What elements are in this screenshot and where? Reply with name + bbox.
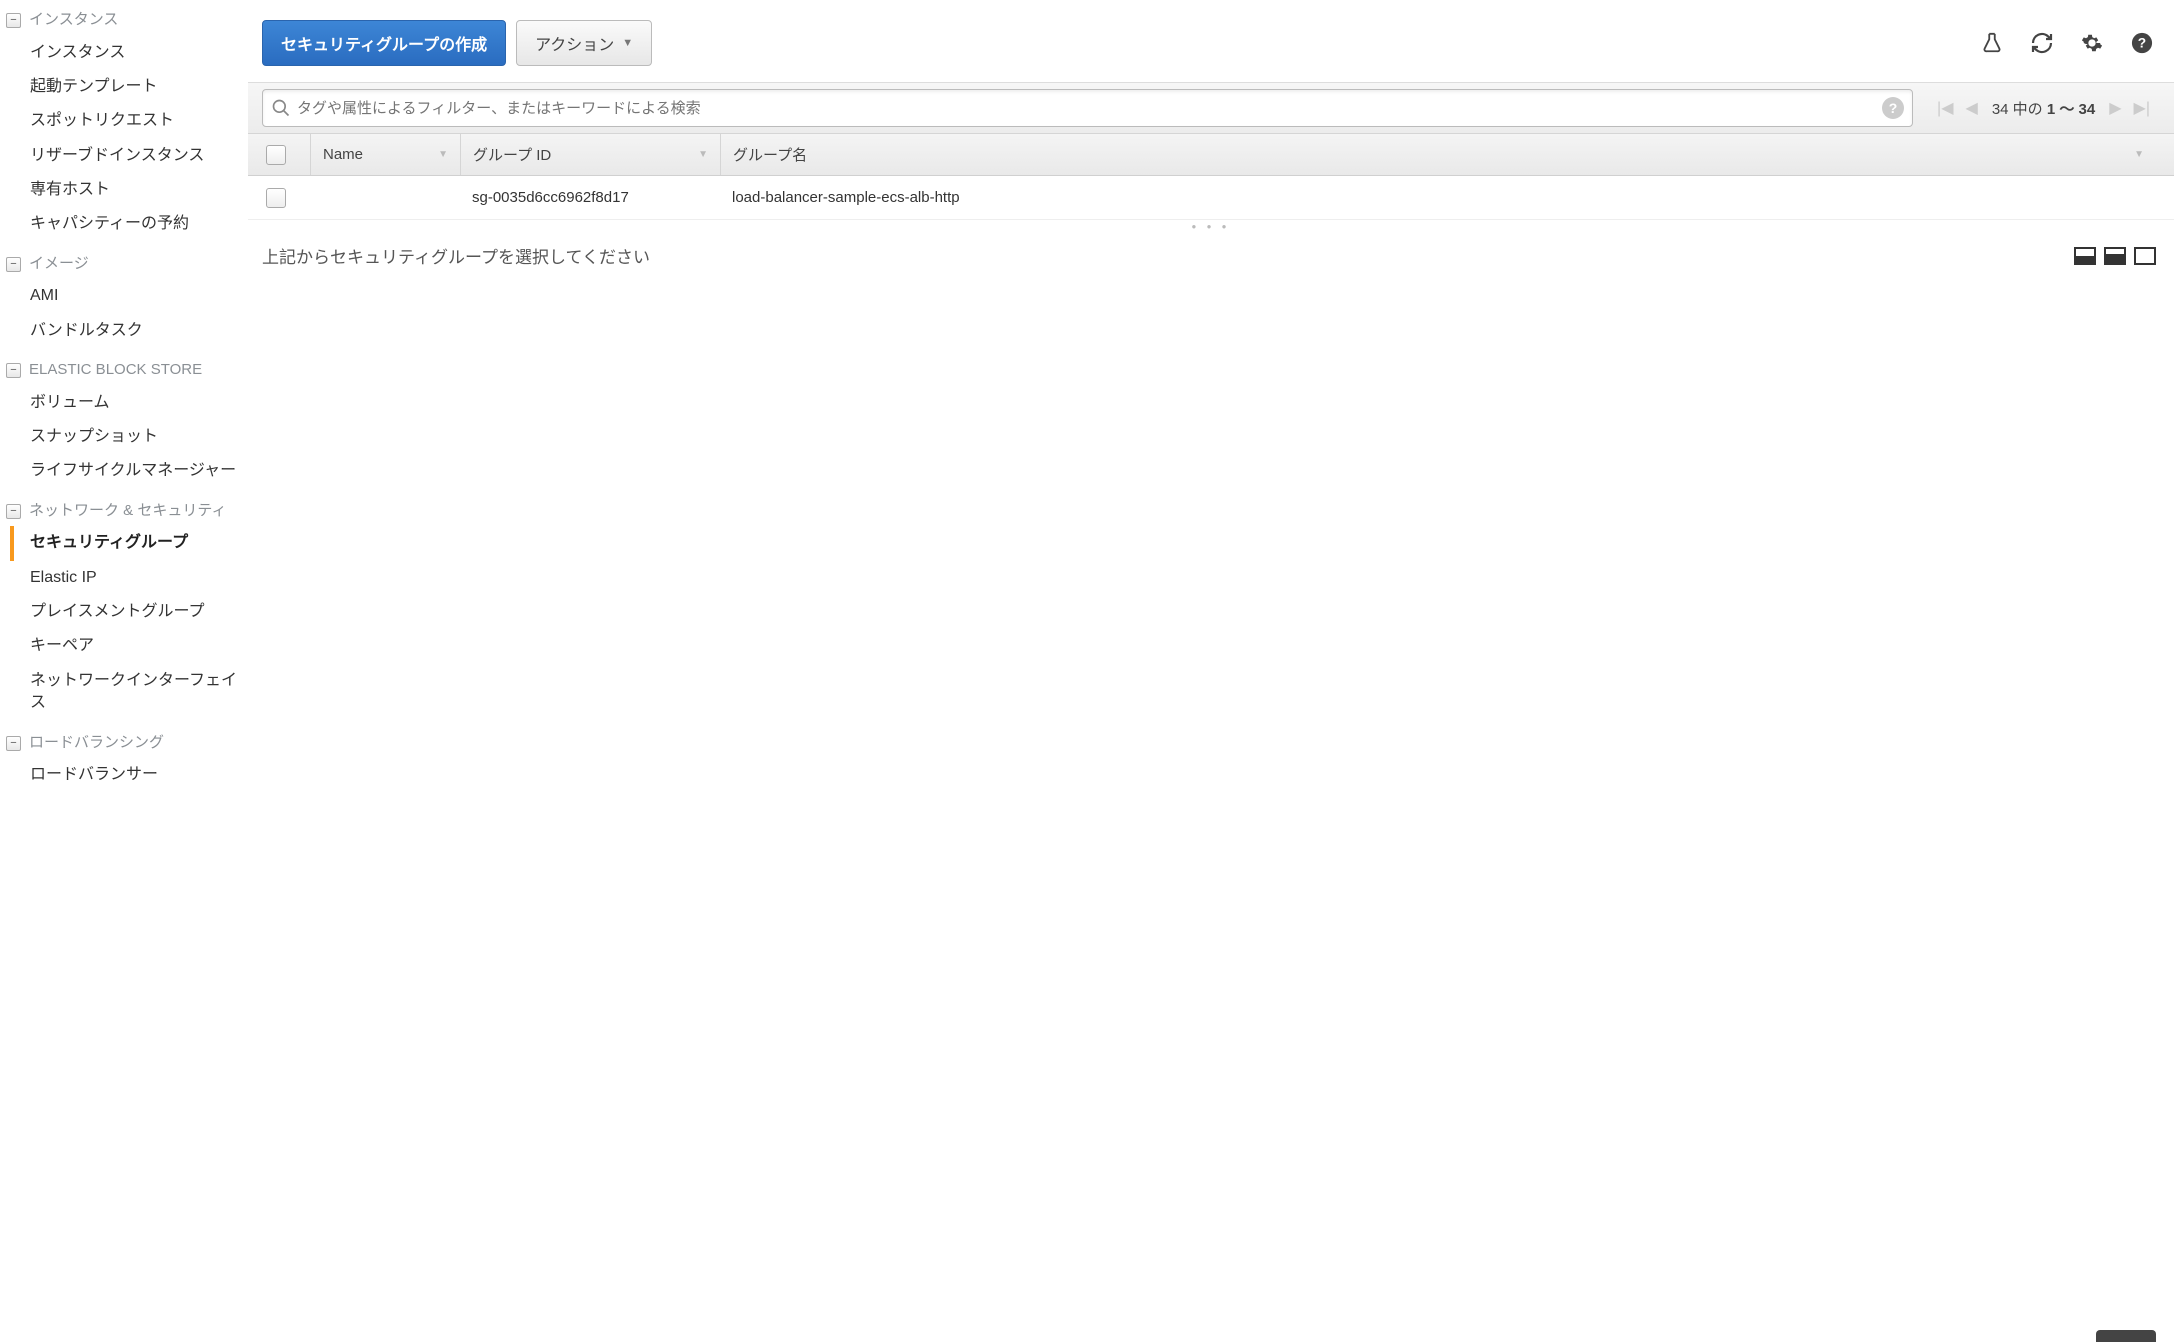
pager-last-icon[interactable]: ▶| — [2128, 98, 2156, 118]
column-label: グループ名 — [733, 144, 807, 165]
experiment-icon[interactable] — [1978, 29, 2006, 57]
detail-bar: 上記からセキュリティグループを選択してください — [248, 233, 2174, 276]
cell-group-name: load-balancer-sample-ecs-alb-http — [720, 189, 2156, 206]
pager-range: 1 〜 34 — [2047, 101, 2095, 118]
search-input[interactable] — [297, 100, 1876, 117]
table-row[interactable]: sg-0035d6cc6962f8d17 load-balancer-sampl… — [248, 176, 2174, 220]
sidebar-item-snapshots[interactable]: スナップショット — [30, 420, 248, 454]
sidebar-section-ebs: − ELASTIC BLOCK STORE ボリューム スナップショット ライフ… — [0, 354, 248, 489]
sidebar-section-title: ロードバランシング — [29, 733, 164, 753]
create-security-group-button[interactable]: セキュリティグループの作成 — [262, 20, 506, 66]
sidebar-item-launch-templates[interactable]: 起動テンプレート — [30, 70, 248, 104]
sidebar-section-images: − イメージ AMI バンドルタスク — [0, 248, 248, 348]
layout-split-icon[interactable] — [2104, 247, 2126, 265]
sidebar-section-load-balancing: − ロードバランシング ロードバランサー — [0, 727, 248, 793]
sidebar-section-title: インスタンス — [29, 10, 118, 30]
sidebar-item-capacity-reservations[interactable]: キャパシティーの予約 — [30, 207, 248, 241]
sidebar-item-ami[interactable]: AMI — [30, 279, 248, 313]
collapse-icon[interactable]: − — [6, 736, 21, 751]
collapse-icon[interactable]: − — [6, 504, 21, 519]
collapse-icon[interactable]: − — [6, 363, 21, 378]
gear-icon[interactable] — [2078, 29, 2106, 57]
table-header: Name ▼ グループ ID ▼ グループ名 ▼ — [248, 134, 2174, 176]
sidebar-item-security-groups[interactable]: セキュリティグループ — [10, 526, 248, 560]
pager-text: 34 中の 1 〜 34 — [1992, 98, 2095, 119]
bottom-drawer-handle[interactable] — [2096, 1330, 2156, 1342]
collapse-icon[interactable]: − — [6, 13, 21, 28]
sidebar: − インスタンス インスタンス 起動テンプレート スポットリクエスト リザーブド… — [0, 0, 248, 1342]
toolbar: セキュリティグループの作成 アクション ▼ ? — [248, 0, 2174, 82]
pager-next-icon[interactable]: ▶ — [2103, 98, 2127, 118]
sidebar-item-placement-groups[interactable]: プレイスメントグループ — [30, 595, 248, 629]
resize-handle[interactable]: ● ● ● — [248, 220, 2174, 233]
layout-bottom-icon[interactable] — [2074, 247, 2096, 265]
sidebar-item-key-pairs[interactable]: キーペア — [30, 629, 248, 663]
sidebar-item-dedicated-hosts[interactable]: 専有ホスト — [30, 173, 248, 207]
refresh-icon[interactable] — [2028, 29, 2056, 57]
pager-first-icon[interactable]: |◀ — [1931, 98, 1959, 118]
column-label: Name — [323, 146, 363, 163]
sidebar-section-title: ネットワーク & セキュリティ — [29, 501, 226, 521]
sidebar-item-instances[interactable]: インスタンス — [30, 36, 248, 70]
column-header-group-id[interactable]: グループ ID ▼ — [460, 134, 720, 175]
chevron-down-icon: ▼ — [622, 37, 633, 49]
sidebar-item-network-interfaces[interactable]: ネットワークインターフェイス — [30, 664, 248, 721]
help-icon[interactable]: ? — [2128, 29, 2156, 57]
select-all-checkbox[interactable] — [266, 145, 286, 165]
main-content: セキュリティグループの作成 アクション ▼ ? ? — [248, 0, 2174, 1342]
detail-message: 上記からセキュリティグループを選択してください — [262, 243, 650, 268]
svg-text:?: ? — [2138, 36, 2146, 51]
cell-group-id: sg-0035d6cc6962f8d17 — [460, 189, 720, 206]
sidebar-section-instances: − インスタンス インスタンス 起動テンプレート スポットリクエスト リザーブド… — [0, 4, 248, 242]
column-header-name[interactable]: Name ▼ — [310, 134, 460, 175]
sort-icon: ▼ — [438, 149, 448, 160]
sidebar-section-title: ELASTIC BLOCK STORE — [29, 360, 202, 380]
pager-prefix: 34 中の — [1992, 101, 2047, 118]
sidebar-item-elastic-ip[interactable]: Elastic IP — [30, 561, 248, 595]
collapse-icon[interactable]: − — [6, 257, 21, 272]
search-help-icon[interactable]: ? — [1882, 97, 1904, 119]
sidebar-item-reserved-instances[interactable]: リザーブドインスタンス — [30, 139, 248, 173]
column-header-group-name[interactable]: グループ名 ▼ — [720, 134, 2156, 175]
actions-label: アクション — [535, 31, 614, 55]
search-icon — [271, 98, 291, 118]
layout-full-icon[interactable] — [2134, 247, 2156, 265]
sidebar-item-lifecycle-manager[interactable]: ライフサイクルマネージャー — [30, 454, 248, 488]
sort-icon: ▼ — [698, 149, 708, 160]
sidebar-section-network-security: − ネットワーク & セキュリティ セキュリティグループ Elastic IP … — [0, 495, 248, 721]
sidebar-item-spot-requests[interactable]: スポットリクエスト — [30, 104, 248, 138]
pager: |◀ ◀ 34 中の 1 〜 34 ▶ ▶| — [1931, 98, 2156, 119]
sidebar-item-load-balancers[interactable]: ロードバランサー — [30, 758, 248, 792]
sort-icon: ▼ — [2134, 149, 2144, 160]
pager-prev-icon[interactable]: ◀ — [1960, 98, 1984, 118]
search-box[interactable]: ? — [262, 89, 1913, 127]
filter-bar: ? |◀ ◀ 34 中の 1 〜 34 ▶ ▶| — [248, 82, 2174, 134]
sidebar-item-bundle-tasks[interactable]: バンドルタスク — [30, 314, 248, 348]
column-label: グループ ID — [473, 144, 551, 165]
sidebar-section-title: イメージ — [29, 254, 89, 274]
actions-dropdown-button[interactable]: アクション ▼ — [516, 20, 652, 66]
sidebar-item-volumes[interactable]: ボリューム — [30, 386, 248, 420]
row-checkbox[interactable] — [266, 188, 286, 208]
